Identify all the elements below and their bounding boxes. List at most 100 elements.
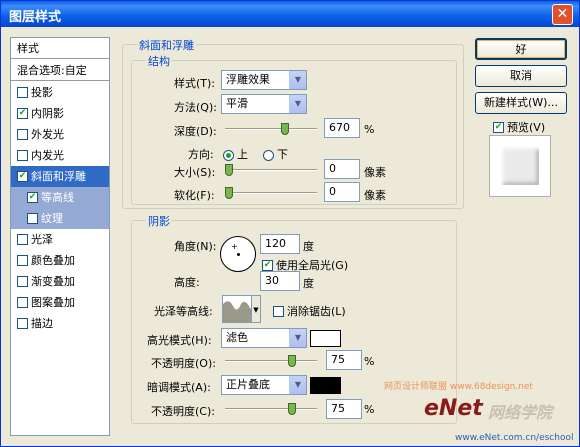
checkbox[interactable] bbox=[27, 212, 38, 224]
sidebar-item-stroke[interactable]: 描边 bbox=[11, 313, 109, 334]
altitude-unit: 度 bbox=[303, 277, 314, 290]
sidebar-item-pattern-overlay[interactable]: 图案叠加 bbox=[11, 292, 109, 313]
bevel-group-title: 斜面和浮雕 bbox=[137, 37, 196, 53]
sidebar-item-label: 描边 bbox=[31, 317, 53, 330]
shading-group-title: 阴影 bbox=[146, 213, 172, 229]
dial-center-icon bbox=[237, 253, 240, 256]
highlight-mode-value: 滤色 bbox=[226, 331, 248, 344]
technique-select[interactable]: 平滑 ▼ bbox=[221, 94, 307, 114]
sidebar-item-label: 渐变叠加 bbox=[31, 275, 75, 288]
angle-dial[interactable]: + bbox=[220, 236, 256, 272]
checkbox[interactable] bbox=[17, 86, 28, 98]
sidebar-item-gradient-overlay[interactable]: 渐变叠加 bbox=[11, 271, 109, 292]
highlight-color-swatch[interactable] bbox=[310, 330, 341, 347]
highlight-opacity-thumb[interactable] bbox=[288, 355, 296, 367]
gloss-contour-label: 光泽等高线: bbox=[154, 305, 213, 318]
sidebar-item-drop-shadow[interactable]: 投影 bbox=[11, 82, 109, 103]
shadow-opacity-input[interactable]: 75 bbox=[326, 399, 362, 419]
shadow-mode-label: 暗调模式(A): bbox=[147, 381, 211, 394]
antialiased-label: 消除锯齿(L) bbox=[287, 305, 346, 318]
size-unit: 像素 bbox=[364, 166, 386, 179]
preview-checkbox[interactable]: ✔ 预览(V) bbox=[493, 119, 545, 135]
soften-slider-thumb[interactable] bbox=[225, 187, 233, 199]
cancel-button[interactable]: 取消 bbox=[475, 65, 567, 87]
direction-down-radio[interactable]: 下 bbox=[263, 146, 288, 162]
highlight-mode-select[interactable]: 滤色 ▼ bbox=[221, 328, 307, 348]
technique-label: 方法(Q): bbox=[174, 101, 217, 114]
depth-label: 深度(D): bbox=[174, 125, 217, 138]
shadow-opacity-thumb[interactable] bbox=[288, 403, 296, 415]
soften-slider[interactable] bbox=[225, 187, 317, 199]
checkbox[interactable] bbox=[273, 305, 284, 317]
sidebar-item-satin[interactable]: 光泽 bbox=[11, 229, 109, 250]
direction-label: 方向: bbox=[188, 148, 214, 161]
highlight-opacity-slider[interactable] bbox=[225, 355, 317, 367]
sidebar-item-contour[interactable]: ✔ 等高线 bbox=[11, 187, 109, 208]
sidebar-item-label: 投影 bbox=[31, 86, 53, 99]
radio-selected[interactable] bbox=[223, 149, 234, 161]
ok-button[interactable]: 好 bbox=[475, 38, 567, 60]
highlight-opacity-unit: % bbox=[364, 355, 375, 368]
checkbox-checked[interactable]: ✔ bbox=[262, 259, 273, 271]
close-button[interactable]: ✕ bbox=[552, 4, 573, 25]
highlight-opacity-label: 不透明度(O): bbox=[151, 357, 216, 370]
checkbox[interactable] bbox=[17, 128, 28, 140]
contour-dropdown-button[interactable]: ▼ bbox=[251, 295, 261, 323]
angle-marker-icon: + bbox=[231, 242, 238, 251]
checkbox[interactable] bbox=[17, 254, 28, 266]
size-label: 大小(S): bbox=[174, 166, 216, 179]
checkbox[interactable] bbox=[17, 317, 28, 329]
radio[interactable] bbox=[263, 149, 274, 161]
checkbox-checked[interactable]: ✔ bbox=[27, 191, 38, 203]
sidebar-header: 样式 bbox=[11, 38, 109, 59]
sidebar-item-bevel-emboss[interactable]: ✔ 斜面和浮雕 bbox=[11, 166, 109, 187]
sidebar-item-color-overlay[interactable]: 颜色叠加 bbox=[11, 250, 109, 271]
size-slider-thumb[interactable] bbox=[225, 164, 233, 176]
style-select[interactable]: 浮雕效果 ▼ bbox=[221, 70, 307, 90]
shadow-mode-value: 正片叠底 bbox=[226, 378, 270, 391]
sidebar-item-label: 颜色叠加 bbox=[31, 254, 75, 267]
new-style-button[interactable]: 新建样式(W)... bbox=[475, 92, 567, 114]
highlight-opacity-input[interactable]: 75 bbox=[326, 350, 362, 370]
title-bar[interactable]: 图层样式 ✕ bbox=[1, 1, 579, 27]
shadow-mode-select[interactable]: 正片叠底 ▼ bbox=[221, 375, 307, 395]
direction-up-radio[interactable]: 上 bbox=[223, 146, 248, 162]
style-label: 样式(T): bbox=[174, 77, 216, 90]
checkbox-checked[interactable]: ✔ bbox=[493, 121, 504, 133]
shadow-opacity-unit: % bbox=[364, 403, 375, 416]
sidebar-item-outer-glow[interactable]: 外发光 bbox=[11, 124, 109, 145]
shadow-color-swatch[interactable] bbox=[310, 377, 341, 394]
direction-down-label: 下 bbox=[277, 148, 288, 161]
soften-input[interactable]: 0 bbox=[324, 182, 360, 202]
altitude-input[interactable]: 30 bbox=[260, 271, 300, 291]
shadow-opacity-label: 不透明度(C): bbox=[151, 405, 215, 418]
sidebar-item-inner-shadow[interactable]: ✔ 内阴影 bbox=[11, 103, 109, 124]
depth-slider[interactable] bbox=[225, 123, 317, 135]
sidebar-item-label: 等高线 bbox=[41, 191, 74, 204]
angle-input[interactable]: 120 bbox=[260, 234, 300, 254]
depth-input[interactable]: 670 bbox=[324, 118, 360, 138]
depth-slider-thumb[interactable] bbox=[281, 123, 290, 135]
sidebar-item-label: 图案叠加 bbox=[31, 296, 75, 309]
checkbox[interactable] bbox=[17, 275, 28, 287]
sidebar-item-label: 斜面和浮雕 bbox=[31, 170, 86, 183]
sidebar-item-inner-glow[interactable]: 内发光 bbox=[11, 145, 109, 166]
checkbox[interactable] bbox=[17, 149, 28, 161]
shadow-opacity-slider[interactable] bbox=[225, 403, 317, 415]
checkbox[interactable] bbox=[17, 233, 28, 245]
checkbox[interactable] bbox=[17, 296, 28, 308]
chevron-down-icon: ▼ bbox=[289, 329, 306, 347]
checkbox-checked[interactable]: ✔ bbox=[17, 170, 28, 182]
watermark-brand: eNet bbox=[424, 396, 483, 421]
antialiased-checkbox[interactable]: 消除锯齿(L) bbox=[273, 303, 346, 319]
watermark-text: 网页设计师联盟 www.68design.net bbox=[384, 382, 533, 392]
checkbox-checked[interactable]: ✔ bbox=[17, 107, 28, 119]
size-input[interactable]: 0 bbox=[324, 159, 360, 179]
preview-label: 预览(V) bbox=[507, 121, 546, 134]
size-slider[interactable] bbox=[225, 164, 317, 176]
sidebar-item-blending-options[interactable]: 混合选项:自定 bbox=[11, 60, 109, 81]
angle-unit: 度 bbox=[303, 240, 314, 253]
style-preview bbox=[489, 135, 551, 197]
chevron-down-icon: ▼ bbox=[289, 71, 306, 89]
sidebar-item-texture[interactable]: 纹理 bbox=[11, 208, 109, 229]
